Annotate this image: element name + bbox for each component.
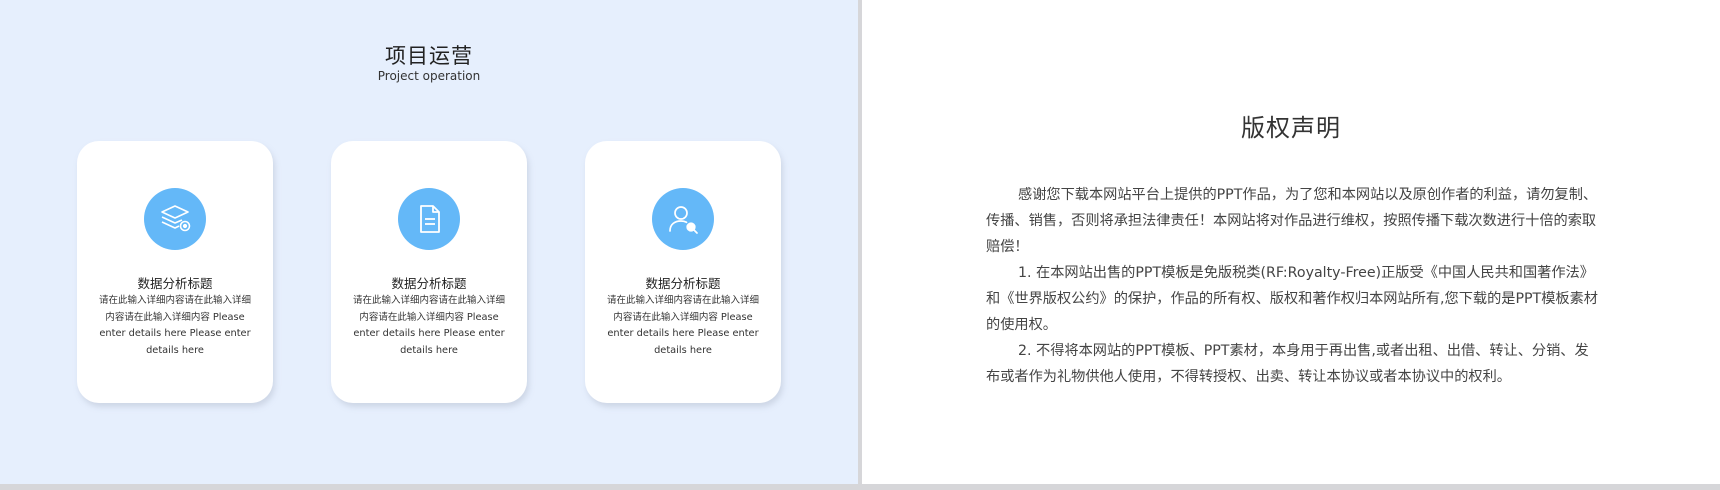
card-title: 数据分析标题 <box>391 276 467 291</box>
card-description: 请在此输入详细内容请在此输入详细内容请在此输入详细内容 Please enter… <box>351 293 507 359</box>
copyright-body: 感谢您下载本网站平台上提供的PPT作品，为了您和本网站以及原创作者的利益，请勿复… <box>986 182 1602 390</box>
card-title: 数据分析标题 <box>645 276 721 291</box>
layers-location-icon <box>144 188 206 250</box>
card-data-analysis-3: 数据分析标题 请在此输入详细内容请在此输入详细内容请在此输入详细内容 Pleas… <box>585 141 781 403</box>
slide-title: 项目运营 <box>385 44 473 68</box>
copyright-slide: 版权声明 感谢您下载本网站平台上提供的PPT作品，为了您和本网站以及原创作者的利… <box>862 0 1720 484</box>
document-icon <box>398 188 460 250</box>
slide-subtitle: Project operation <box>377 69 481 83</box>
card-description: 请在此输入详细内容请在此输入详细内容请在此输入详细内容 Please enter… <box>97 293 253 359</box>
user-search-icon <box>652 188 714 250</box>
copyright-paragraph: 1. 在本网站出售的PPT模板是免版税类(RF:Royalty-Free)正版受… <box>986 265 1598 333</box>
card-description: 请在此输入详细内容请在此输入详细内容请在此输入详细内容 Please enter… <box>605 293 761 359</box>
project-operation-slide: 项目运营 Project operation 数据分析标题 请在此输入详细内容请… <box>0 0 858 484</box>
card-title: 数据分析标题 <box>137 276 213 291</box>
copyright-paragraph: 2. 不得将本网站的PPT模板、PPT素材，本身用于再出售,或者出租、出借、转让… <box>986 343 1589 385</box>
card-data-analysis-2: 数据分析标题 请在此输入详细内容请在此输入详细内容请在此输入详细内容 Pleas… <box>331 141 527 403</box>
copyright-paragraph: 感谢您下载本网站平台上提供的PPT作品，为了您和本网站以及原创作者的利益，请勿复… <box>986 187 1598 255</box>
copyright-title: 版权声明 <box>1241 114 1341 142</box>
card-data-analysis-1: 数据分析标题 请在此输入详细内容请在此输入详细内容请在此输入详细内容 Pleas… <box>77 141 273 403</box>
